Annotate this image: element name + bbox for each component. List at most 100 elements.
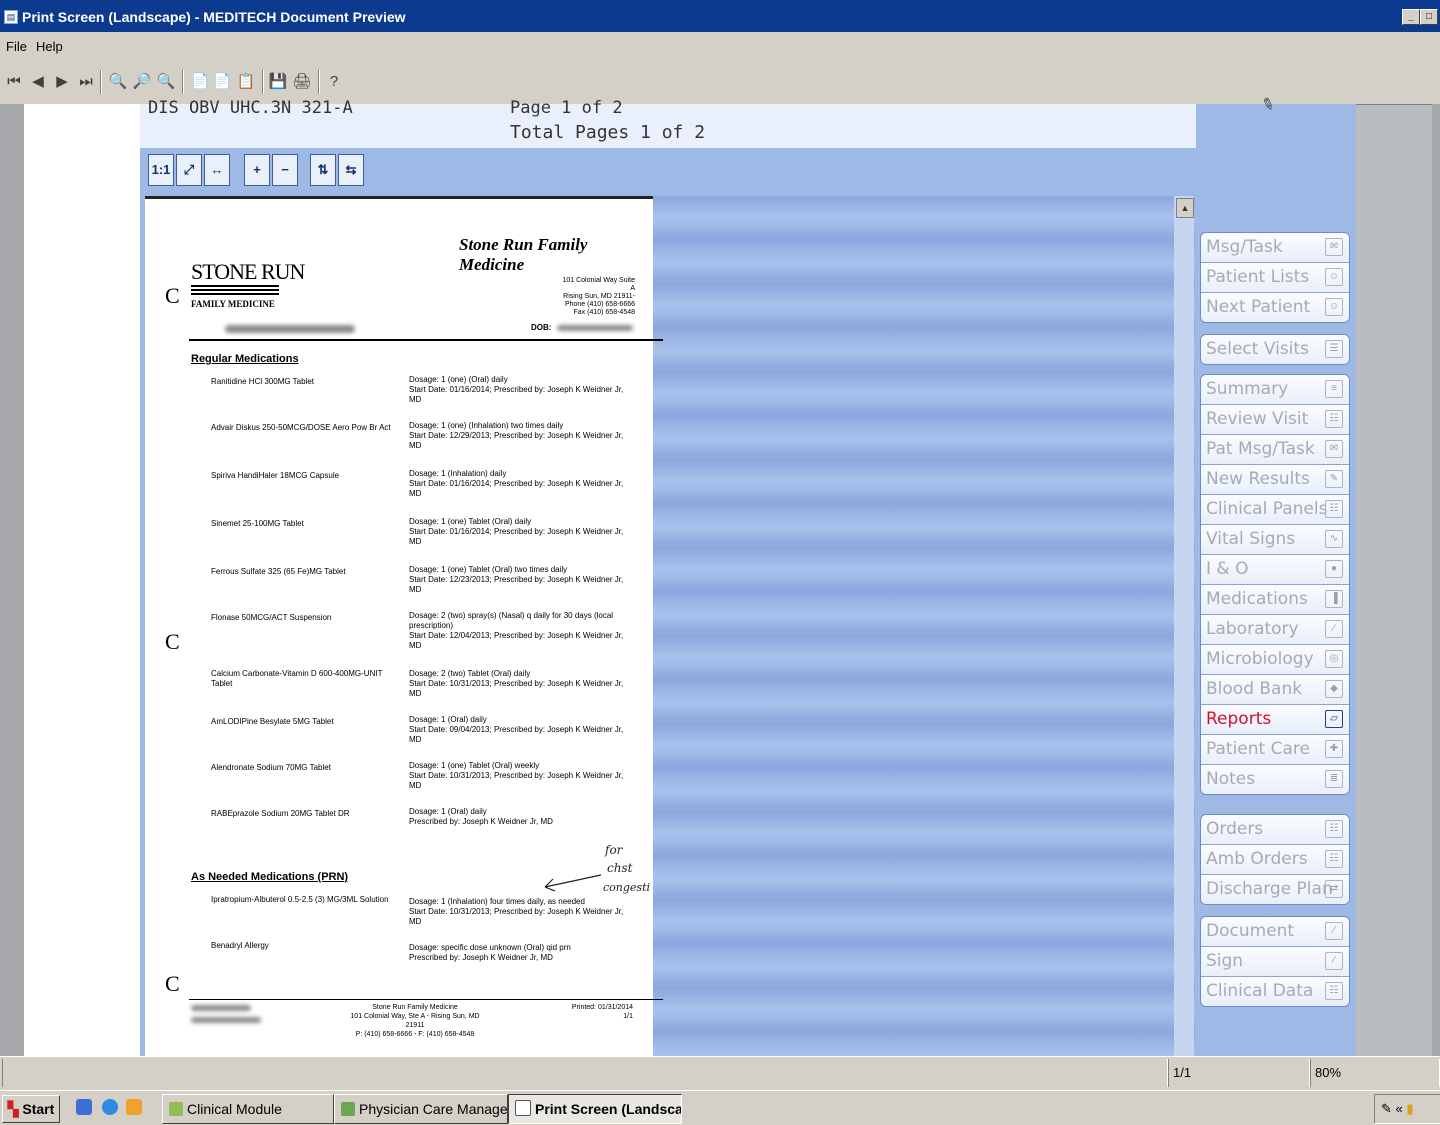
sidebar-item-reports[interactable]: Reports ▱ — [1201, 705, 1349, 735]
document-icon[interactable]: 📄 — [190, 72, 210, 92]
pen-tray-icon[interactable]: ✎ — [1381, 1101, 1392, 1116]
logo-text-bottom: FAMILY MEDICINE — [191, 299, 275, 309]
regular-medications-heading: Regular Medications — [191, 353, 299, 365]
sidebar-item-icon: ∕ — [1325, 922, 1343, 940]
menu-help[interactable]: Help — [36, 39, 63, 54]
sidebar-item-icon: ≣ — [1325, 770, 1343, 788]
address-line: Fax (410) 658-4548 — [573, 309, 635, 316]
sidebar-group-patient: Msg/Task ✉ Patient Lists ☺ Next Patient ☺ — [1200, 232, 1350, 323]
task-physician-care-manager[interactable]: Physician Care Manager ... — [334, 1094, 508, 1124]
md-text: MD — [409, 489, 422, 498]
sidebar-item-patient-care[interactable]: Patient Care ✚ — [1201, 735, 1349, 765]
add-document-icon[interactable]: 📄 — [212, 72, 232, 92]
security-tray-icon[interactable]: ▮ — [1406, 1101, 1413, 1116]
restore-button[interactable]: □ — [1420, 9, 1438, 25]
sidebar-item-microbiology[interactable]: Microbiology ◎ — [1201, 645, 1349, 675]
quick-launch-desktop-icon[interactable] — [76, 1099, 92, 1115]
md-text: MD — [409, 395, 422, 404]
rotate-vertical-button[interactable]: ⇅ — [310, 154, 336, 186]
sidebar-item-icon: ☷ — [1325, 410, 1343, 428]
task-label: Clinical Module — [187, 1101, 282, 1117]
sidebar-item-summary[interactable]: Summary ≡ — [1201, 375, 1349, 405]
sidebar-item-label: Select Visits — [1206, 339, 1309, 359]
sidebar-item-label: Medications — [1206, 589, 1308, 609]
quick-launch-outlook-icon[interactable] — [126, 1099, 142, 1115]
zoom-in-button[interactable]: + — [244, 154, 270, 186]
med-name: Advair Diskus 250-50MCG/DOSE Aero Pow Br… — [211, 423, 391, 432]
zoom-reset-icon[interactable]: 🔍 — [156, 72, 176, 92]
task-print-screen[interactable]: Print Screen (Landsca... — [508, 1094, 682, 1124]
handwritten-note: for — [605, 843, 623, 857]
footer-rule — [189, 999, 663, 1000]
first-page-icon[interactable]: ⏮ — [4, 72, 24, 92]
viewer-scrollbar[interactable]: ▲ — [1174, 196, 1194, 1056]
header-rule — [189, 339, 663, 341]
sidebar-item-icon: ✎ — [1325, 470, 1343, 488]
zoom-in-icon[interactable]: 🔍 — [108, 72, 128, 92]
rotate-horizontal-button[interactable]: ⇆ — [338, 154, 364, 186]
print-preview-icon — [515, 1100, 531, 1116]
logo-graphic — [191, 285, 279, 295]
save-icon[interactable]: 💾 — [268, 72, 288, 92]
sidebar-item-laboratory[interactable]: Laboratory ∕ — [1201, 615, 1349, 645]
sidebar-item-sign[interactable]: Sign ∕ — [1201, 947, 1349, 977]
sidebar-item-next-patient[interactable]: Next Patient ☺ — [1201, 293, 1349, 322]
sidebar-item-medications[interactable]: Medications ▐ — [1201, 585, 1349, 615]
sidebar-item-icon: ⇄ — [1325, 880, 1343, 898]
sidebar-item-document[interactable]: Document ∕ — [1201, 917, 1349, 947]
task-clinical-module[interactable]: Clinical Module — [162, 1094, 334, 1124]
sidebar-item-label: Clinical Data — [1206, 981, 1314, 1001]
sidebar-item-icon: ▐ — [1325, 590, 1343, 608]
help-icon[interactable]: ? — [324, 72, 344, 92]
sidebar-item-label: Orders — [1206, 819, 1264, 839]
toolbar-separator — [318, 70, 320, 94]
sidebar-item-review-visit[interactable]: Review Visit ☷ — [1201, 405, 1349, 435]
print-icon[interactable]: 🖨 — [292, 72, 312, 92]
med-dosage: Dosage: 1 (Inhalation) daily Start Date: … — [409, 469, 639, 499]
sidebar-item-blood-bank[interactable]: Blood Bank ◆ — [1201, 675, 1349, 705]
md-text: MD — [409, 917, 422, 926]
start-text: Start Date: 12/29/2013; Prescribed by: J… — [409, 431, 624, 440]
zoom-out-button[interactable]: − — [272, 154, 298, 186]
md-text: MD — [409, 781, 422, 790]
margin-mark: C — [165, 971, 180, 996]
copy-icon[interactable]: 📋 — [236, 72, 256, 92]
sidebar-item-clinical-panels[interactable]: Clinical Panels ☷ — [1201, 495, 1349, 525]
scroll-up-icon[interactable]: ▲ — [1176, 198, 1194, 218]
med-name: Calcium Carbonate-Vitamin D 600-400MG-UN… — [211, 669, 383, 688]
med-name: Ranitidine HCl 300MG Tablet — [211, 377, 315, 386]
address-line: Phone (410) 658-6666 — [564, 301, 635, 308]
md-text: MD — [409, 641, 422, 650]
fit-width-button[interactable]: ↔ — [204, 154, 230, 186]
sidebar-item-vital-signs[interactable]: Vital Signs ∿ — [1201, 525, 1349, 555]
next-page-icon[interactable]: ▶ — [52, 72, 72, 92]
sidebar-item-notes[interactable]: Notes ≣ — [1201, 765, 1349, 794]
status-page: 1/1 — [1168, 1059, 1310, 1087]
quick-launch-ie-icon[interactable] — [102, 1099, 118, 1115]
sidebar-item-clinical-data[interactable]: Clinical Data ☷ — [1201, 977, 1349, 1006]
tray-expand-button[interactable]: « — [1396, 1101, 1403, 1116]
toolbar-separator — [182, 70, 184, 94]
sidebar-item-pat-msg-task[interactable]: Pat Msg/Task ✉ — [1201, 435, 1349, 465]
zoom-out-icon[interactable]: 🔎 — [132, 72, 152, 92]
sidebar-item-discharge-plan[interactable]: Discharge Plan ⇄ — [1201, 875, 1349, 904]
sidebar-item-patient-lists[interactable]: Patient Lists ☺ — [1201, 263, 1349, 293]
sidebar-item-icon: ☺ — [1325, 268, 1343, 286]
sidebar-item-icon: ☷ — [1325, 982, 1343, 1000]
sidebar-item-orders[interactable]: Orders ☷ — [1201, 815, 1349, 845]
sidebar-item-select-visits[interactable]: Select Visits ☰ — [1201, 335, 1349, 364]
sidebar-item-i-o[interactable]: I & O ● — [1201, 555, 1349, 585]
start-button[interactable]: ▚ Start — [2, 1095, 60, 1123]
sidebar-item-icon: ☰ — [1325, 340, 1343, 358]
minimize-button[interactable]: _ — [1402, 9, 1420, 25]
prev-page-icon[interactable]: ◀ — [28, 72, 48, 92]
start-label: Start — [22, 1101, 55, 1117]
menu-file[interactable]: File — [6, 39, 27, 54]
fit-page-button[interactable]: ⤢ — [176, 154, 202, 186]
med-name: RABEprazole Sodium 20MG Tablet DR — [211, 809, 350, 818]
sidebar-item-new-results[interactable]: New Results ✎ — [1201, 465, 1349, 495]
sidebar-item-msg-task[interactable]: Msg/Task ✉ — [1201, 233, 1349, 263]
actual-size-button[interactable]: 1:1 — [148, 154, 174, 186]
last-page-icon[interactable]: ⏭ — [76, 72, 96, 92]
sidebar-item-amb-orders[interactable]: Amb Orders ☷ — [1201, 845, 1349, 875]
